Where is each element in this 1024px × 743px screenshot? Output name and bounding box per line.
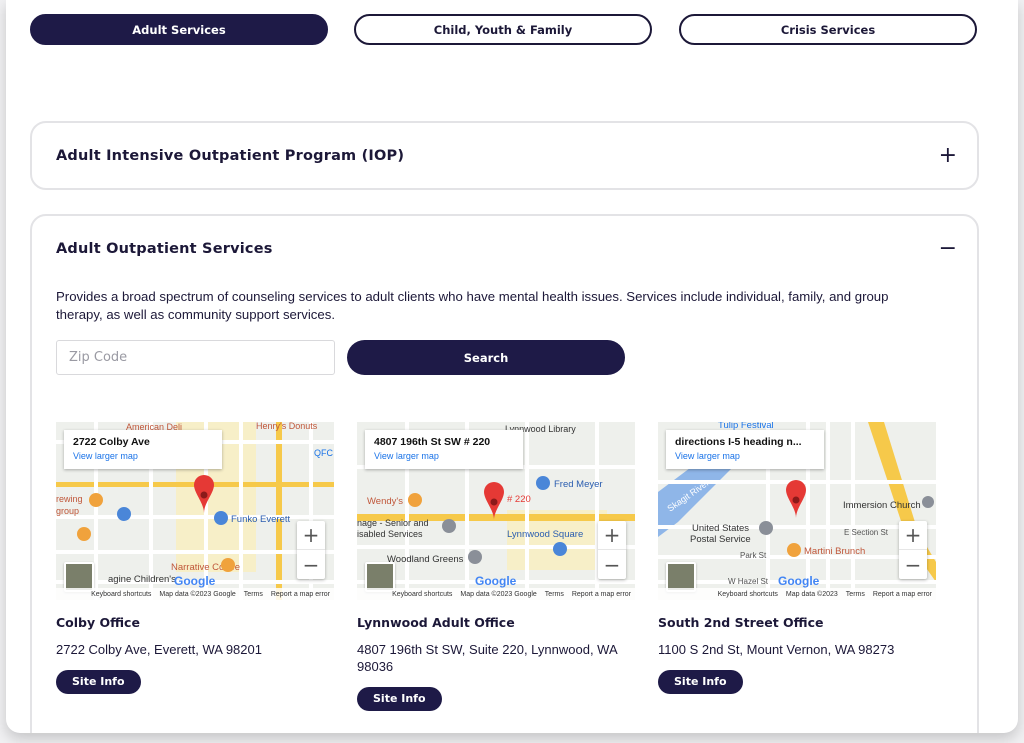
map-info-box: 2722 Colby Ave View larger map	[64, 430, 222, 469]
zoom-in-button[interactable]: +	[297, 521, 325, 550]
view-larger-map-link[interactable]: View larger map	[675, 451, 815, 461]
map-data-text: Map data ©2023 Google	[460, 590, 537, 598]
report-map-error-link[interactable]: Report a map error	[873, 591, 932, 598]
map-info-box: 4807 196th St SW # 220 View larger map	[365, 430, 523, 469]
svg-text:Wendy's: Wendy's	[367, 496, 403, 507]
svg-text:United States: United States	[692, 523, 749, 534]
map-south-2nd[interactable]: Tulip Festival Skagit River Immersion Ch…	[658, 422, 936, 600]
map-data-text: Map data ©2023	[785, 590, 838, 598]
map-attribution: Keyboard shortcuts Map data ©2023 Terms …	[658, 588, 936, 600]
keyboard-shortcuts-link[interactable]: Keyboard shortcuts	[91, 591, 151, 598]
office-name: Lynnwood Adult Office	[357, 615, 515, 630]
map-address: 2722 Colby Ave	[73, 436, 150, 448]
office-address: 1100 S 2nd St, Mount Vernon, WA 98273	[658, 642, 895, 657]
site-info-button[interactable]: Site Info	[357, 687, 442, 711]
site-info-button[interactable]: Site Info	[56, 670, 141, 694]
map-label-funko: Funko Everett	[231, 514, 290, 525]
map-attribution: Keyboard shortcuts Map data ©2023 Google…	[357, 588, 635, 600]
svg-text:Woodland Greens: Woodland Greens	[387, 554, 464, 565]
keyboard-shortcuts-link[interactable]: Keyboard shortcuts	[718, 591, 778, 598]
view-larger-map-link[interactable]: View larger map	[73, 451, 213, 461]
office-name: Colby Office	[56, 615, 140, 630]
svg-text:group: group	[56, 506, 79, 516]
report-map-error-link[interactable]: Report a map error	[572, 591, 631, 598]
accordion-title-adult-outpatient[interactable]: Adult Outpatient Services	[56, 241, 273, 257]
keyboard-shortcuts-link[interactable]: Keyboard shortcuts	[392, 591, 452, 598]
map-data-text: Map data ©2023 Google	[159, 590, 236, 598]
map-info-box: directions I-5 heading n... View larger …	[666, 430, 824, 469]
map-address: directions I-5 heading n...	[675, 436, 802, 448]
map-label-henrys: Henry's Donuts	[256, 422, 318, 431]
terms-link[interactable]: Terms	[846, 591, 865, 598]
office-address: 4807 196th St SW, Suite 220, Lynnwood, W…	[357, 642, 617, 674]
office-address: 2722 Colby Ave, Everett, WA 98201	[56, 642, 262, 657]
zoom-out-button[interactable]: −	[899, 550, 927, 579]
office-card-colby: American Deli Henry's Donuts rewing grou…	[56, 422, 334, 694]
map-address: 4807 196th St SW # 220	[374, 436, 491, 448]
zoom-control: + −	[297, 521, 325, 579]
site-info-button[interactable]: Site Info	[658, 670, 743, 694]
svg-text:Immersion Church: Immersion Church	[843, 500, 921, 511]
search-button[interactable]: Search	[347, 340, 625, 375]
tab-child-youth-family[interactable]: Child, Youth & Family	[354, 14, 652, 45]
map-label-fred-meyer: Fred Meyer	[554, 479, 603, 490]
map-attribution: Keyboard shortcuts Map data ©2023 Google…	[56, 588, 334, 600]
zoom-control: + −	[598, 521, 626, 579]
svg-text:nage - Senior and: nage - Senior and	[357, 518, 429, 528]
svg-text:# 220: # 220	[507, 494, 531, 505]
accordion-adult-outpatient: Adult Outpatient Services − Provides a b…	[30, 214, 979, 733]
service-description: Provides a broad spectrum of counseling …	[56, 289, 889, 322]
svg-text:Lynnwood Square: Lynnwood Square	[507, 529, 583, 540]
svg-text:W Hazel St: W Hazel St	[728, 577, 769, 586]
google-logo: Google	[174, 574, 216, 588]
zoom-in-button[interactable]: +	[899, 521, 927, 550]
svg-text:Postal Service: Postal Service	[690, 534, 751, 545]
zip-code-input[interactable]	[56, 340, 335, 375]
map-colby[interactable]: American Deli Henry's Donuts rewing grou…	[56, 422, 334, 600]
tab-crisis-services[interactable]: Crisis Services	[679, 14, 977, 45]
svg-text:QFC: QFC	[314, 448, 333, 458]
zoom-in-button[interactable]: +	[598, 521, 626, 550]
zoom-control: + −	[899, 521, 927, 579]
svg-text:agine Children's: agine Children's	[108, 574, 176, 585]
zoom-out-button[interactable]: −	[297, 550, 325, 579]
page: Adult Services Child, Youth & Family Cri…	[6, 0, 1018, 733]
office-card-lynnwood: Lynnwood Library Fred Meyer Wendy's # 22…	[357, 422, 635, 711]
svg-text:isabled Services: isabled Services	[357, 529, 423, 539]
accordion-iop[interactable]: Adult Intensive Outpatient Program (IOP)…	[30, 121, 979, 190]
svg-text:rewing: rewing	[56, 494, 83, 504]
map-lynnwood[interactable]: Lynnwood Library Fred Meyer Wendy's # 22…	[357, 422, 635, 600]
terms-link[interactable]: Terms	[244, 591, 263, 598]
terms-link[interactable]: Terms	[545, 591, 564, 598]
expand-icon[interactable]: +	[939, 145, 957, 167]
zoom-out-button[interactable]: −	[598, 550, 626, 579]
google-logo: Google	[475, 574, 517, 588]
tab-adult-services[interactable]: Adult Services	[30, 14, 328, 45]
office-card-south-2nd: Tulip Festival Skagit River Immersion Ch…	[658, 422, 936, 694]
view-larger-map-link[interactable]: View larger map	[374, 451, 514, 461]
svg-text:Martini Brunch: Martini Brunch	[804, 546, 865, 557]
google-logo: Google	[778, 574, 820, 588]
accordion-title-iop: Adult Intensive Outpatient Program (IOP)	[56, 148, 405, 164]
svg-text:E Section St: E Section St	[844, 528, 889, 537]
collapse-icon[interactable]: −	[939, 238, 957, 260]
svg-text:Park St: Park St	[740, 551, 767, 560]
office-name: South 2nd Street Office	[658, 615, 824, 630]
report-map-error-link[interactable]: Report a map error	[271, 591, 330, 598]
